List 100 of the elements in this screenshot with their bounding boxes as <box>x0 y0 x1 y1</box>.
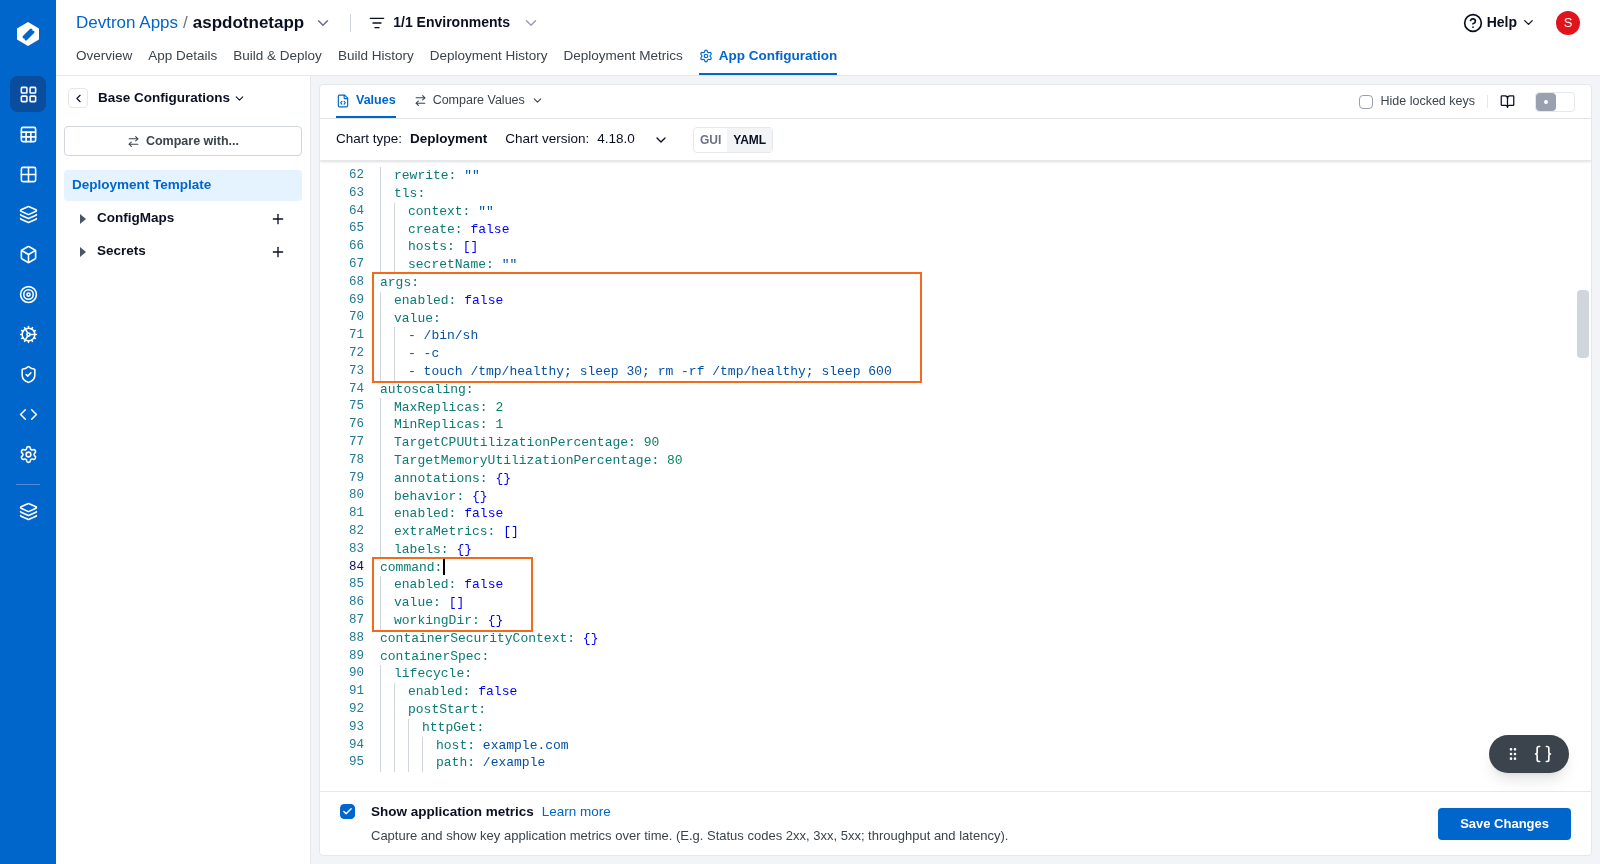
base-configurations-dropdown[interactable]: Base Configurations <box>98 87 230 109</box>
code-line: args: <box>380 273 419 292</box>
line-number: 67 <box>349 256 364 273</box>
breadcrumb-link[interactable]: Devtron Apps <box>76 9 179 36</box>
code-line: secretName: "" <box>408 256 518 275</box>
line-number: 94 <box>349 736 364 754</box>
app-tab[interactable]: Overview <box>76 45 133 75</box>
line-number: 75 <box>349 398 364 416</box>
config-item[interactable]: ConfigMaps <box>64 203 302 234</box>
line-number: 63 <box>349 184 364 202</box>
user-avatar[interactable]: S <box>1556 10 1580 35</box>
line-number: 64 <box>349 202 364 220</box>
line-number: 82 <box>349 522 364 540</box>
help-icon[interactable] <box>1462 12 1483 33</box>
line-number: 74 <box>349 380 364 398</box>
code-line: TargetCPUUtilizationPercentage: 90 <box>394 434 660 453</box>
line-number: 68 <box>349 273 364 291</box>
line-number: 76 <box>349 416 364 434</box>
code-line: lifecycle: <box>394 665 472 684</box>
file-code-icon <box>336 93 350 108</box>
line-number: 95 <box>349 754 364 772</box>
line-number: 77 <box>349 433 364 451</box>
code-line: hosts: [] <box>408 238 479 257</box>
app-tab[interactable]: App Details <box>148 45 218 75</box>
line-number: 72 <box>349 344 364 362</box>
grid-icon[interactable] <box>10 76 46 112</box>
swap-icon <box>413 94 427 107</box>
config-item[interactable]: Deployment Template <box>64 170 302 201</box>
code-line: path: /example <box>436 754 546 773</box>
chart-version-label: Chart version: <box>505 130 590 149</box>
code-line: - touch /tmp/healthy; sleep 30; rm -rf /tmp/healthy; sleep 600 <box>408 362 892 381</box>
line-number: 85 <box>349 576 364 594</box>
code-line: TargetMemoryUtilizationPercentage: 80 <box>394 451 683 470</box>
code-line: context: "" <box>408 202 494 221</box>
chart-version-dropdown[interactable]: 4.18.0 <box>597 129 635 150</box>
code-line: enabled: false <box>408 683 518 702</box>
mode-toggle[interactable]: GUI <box>693 127 728 152</box>
line-number: 84 <box>349 558 364 576</box>
line-number: 79 <box>349 469 364 487</box>
line-number: 69 <box>349 291 364 309</box>
scrollbar-thumb[interactable] <box>1577 290 1589 358</box>
line-number: 90 <box>349 665 364 683</box>
settings-icon <box>698 49 713 64</box>
code-line: containerSecurityContext: {} <box>380 629 599 648</box>
check-icon <box>342 806 353 817</box>
code-line: - /bin/sh <box>408 327 479 346</box>
editor-tab[interactable]: Compare Values <box>413 85 544 118</box>
code-line: rewrite: "" <box>394 167 480 186</box>
app-name: aspdotnetapp <box>192 11 305 34</box>
app-tab[interactable]: App Configuration <box>698 45 838 75</box>
line-number: 73 <box>349 362 364 380</box>
environments-filter[interactable]: 1/1 Environments <box>393 12 510 34</box>
app-tab[interactable]: Build & Deploy <box>233 45 322 75</box>
code-line: MinReplicas: 1 <box>394 416 504 435</box>
config-item[interactable]: Secrets <box>64 236 302 267</box>
line-number: 62 <box>349 167 364 184</box>
code-line: command: <box>380 558 443 577</box>
code-line: - -c <box>408 345 440 364</box>
code-line: labels: {} <box>394 540 473 559</box>
code-line: containerSpec: <box>380 647 490 666</box>
back-button[interactable] <box>68 88 88 108</box>
code-line: value: [] <box>394 594 465 613</box>
chart-type-label: Chart type: <box>336 130 403 149</box>
mode-toggle[interactable]: YAML <box>727 127 773 152</box>
line-number: 89 <box>349 647 364 665</box>
line-number: 93 <box>349 718 364 736</box>
save-changes-button[interactable]: Save Changes <box>1438 807 1571 840</box>
expand-triangle-icon <box>79 246 87 257</box>
line-number: 71 <box>349 327 364 345</box>
compare-button[interactable]: Compare with... <box>64 126 302 156</box>
code-line: enabled: false <box>394 291 504 310</box>
config-item-label: ConfigMaps <box>97 209 175 228</box>
config-item-label: Deployment Template <box>72 176 212 195</box>
metrics-checkbox[interactable] <box>340 804 355 819</box>
hide-locked-keys-checkbox[interactable]: Hide locked keys <box>1358 85 1475 118</box>
code-line: host: example.com <box>436 736 569 755</box>
code-line: autoscaling: <box>380 380 474 399</box>
app-tab[interactable]: Deployment Metrics <box>563 45 683 75</box>
book-icon[interactable] <box>1500 94 1515 109</box>
swap-icon <box>126 134 140 148</box>
line-number: 87 <box>349 611 364 629</box>
app-tab[interactable]: Build History <box>337 45 414 75</box>
braces-icon[interactable] <box>1533 744 1553 764</box>
editor-tab[interactable]: Values <box>336 85 396 118</box>
metrics-description: Capture and show key application metrics over time. (E.g. Status codes 2xx, 3xx, 5xx; throughput and latency). <box>371 826 1009 845</box>
view-switch[interactable] <box>1535 91 1575 112</box>
code-line: MaxReplicas: 2 <box>394 398 504 417</box>
code-line: workingDir: {} <box>394 612 504 631</box>
code-line: behavior: {} <box>394 487 488 506</box>
line-number: 80 <box>349 487 364 505</box>
config-item-label: Secrets <box>97 242 146 261</box>
line-number: 83 <box>349 540 364 558</box>
code-line: extraMetrics: [] <box>394 523 519 542</box>
learn-more-link[interactable]: Learn more <box>541 801 611 822</box>
line-number: 88 <box>349 629 364 647</box>
help-button[interactable]: Help <box>1486 12 1517 34</box>
line-number: 92 <box>349 700 364 718</box>
line-number: 70 <box>349 309 364 327</box>
app-tab[interactable]: Deployment History <box>429 45 548 75</box>
line-number: 81 <box>349 505 364 523</box>
